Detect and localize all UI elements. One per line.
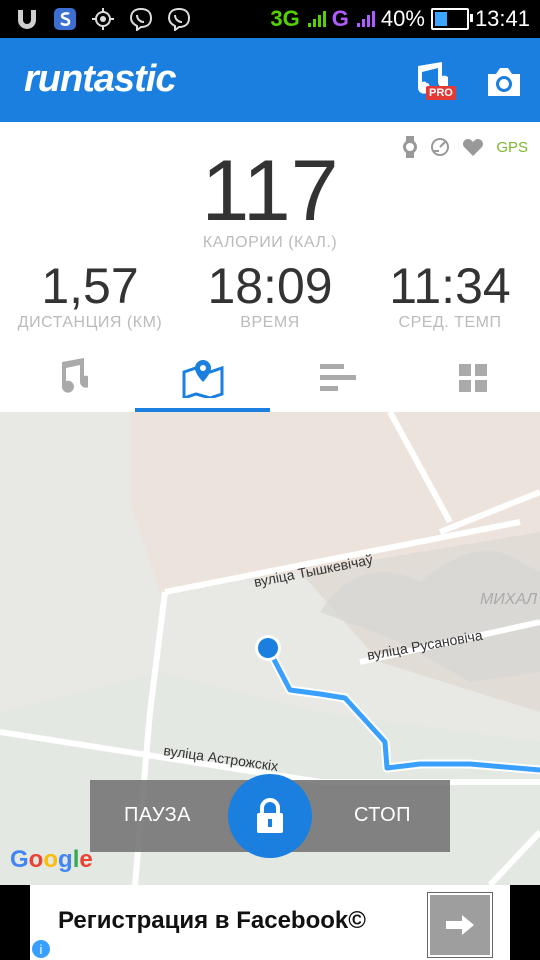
music-pro-icon[interactable]: PRO: [408, 60, 456, 104]
distance-value: 1,57: [41, 258, 139, 314]
google-logo: Google: [10, 846, 93, 873]
arrow-right-icon: [446, 915, 474, 935]
network-3g: 3G: [270, 6, 300, 31]
signal-icon: [307, 11, 326, 27]
signal-icon: [356, 11, 375, 27]
calories-value: 117: [201, 143, 339, 239]
viber-icon: [128, 6, 154, 32]
system-status: 3G G 40% 13:41: [270, 4, 530, 34]
app-bar: runtastic PRO: [0, 38, 540, 122]
duration-value: 18:09: [207, 258, 333, 314]
clock: 13:41: [474, 6, 530, 31]
ad-arrow-button[interactable]: [428, 893, 492, 957]
ad-banner[interactable]: Регистрация в Facebook©: [0, 885, 540, 960]
duration-stat: 18:09 ВРЕМЯ: [180, 260, 360, 332]
distance-label: ДИСТАНЦИЯ (КМ): [17, 314, 163, 331]
network-g: G: [331, 6, 349, 31]
gps-icon: [90, 6, 116, 32]
app-logo: runtastic: [24, 58, 176, 100]
lock-icon: [257, 798, 283, 833]
tab-bar: [0, 344, 540, 413]
ad-text: Регистрация в Facebook©: [58, 907, 366, 934]
pace-stat: 11:34 СРЕД. ТЕМП: [360, 260, 540, 332]
stop-button[interactable]: СТОП: [354, 804, 411, 827]
tab-splits[interactable]: [270, 344, 405, 412]
grid-icon: [458, 364, 487, 392]
camera-icon[interactable]: [484, 66, 524, 98]
pro-badge: PRO: [426, 86, 456, 100]
tab-map[interactable]: [135, 344, 270, 412]
bars-icon: [319, 364, 356, 391]
tab-dashboard[interactable]: [405, 344, 540, 412]
duration-label: ВРЕМЯ: [240, 314, 300, 331]
map-icon: [182, 360, 223, 398]
district-label: МИХАЛ: [480, 591, 537, 608]
viber-icon: [166, 6, 192, 32]
battery-icon: [430, 8, 473, 30]
pause-button[interactable]: ПАУЗА: [124, 804, 191, 827]
battery-percent: 40%: [380, 6, 425, 31]
calories-label: КАЛОРИИ (КАЛ.): [202, 234, 338, 251]
ad-info-icon[interactable]: i: [32, 940, 50, 958]
notification-icons: [14, 6, 192, 32]
s-logo-icon: [52, 6, 78, 32]
stats-panel: GPS 117 КАЛОРИИ (КАЛ.) 1,57 ДИСТАНЦИЯ (К…: [0, 122, 540, 344]
lock-button[interactable]: [228, 774, 312, 858]
pace-value: 11:34: [389, 258, 511, 314]
tab-music[interactable]: [0, 344, 135, 412]
pace-label: СРЕД. ТЕМП: [398, 314, 502, 331]
status-bar: 3G G 40% 13:41: [0, 0, 540, 38]
usb-icon: [14, 6, 40, 32]
distance-stat: 1,57 ДИСТАНЦИЯ (КМ): [0, 260, 180, 332]
music-note-icon: [61, 358, 88, 393]
ad-content[interactable]: Регистрация в Facebook©: [30, 885, 510, 960]
